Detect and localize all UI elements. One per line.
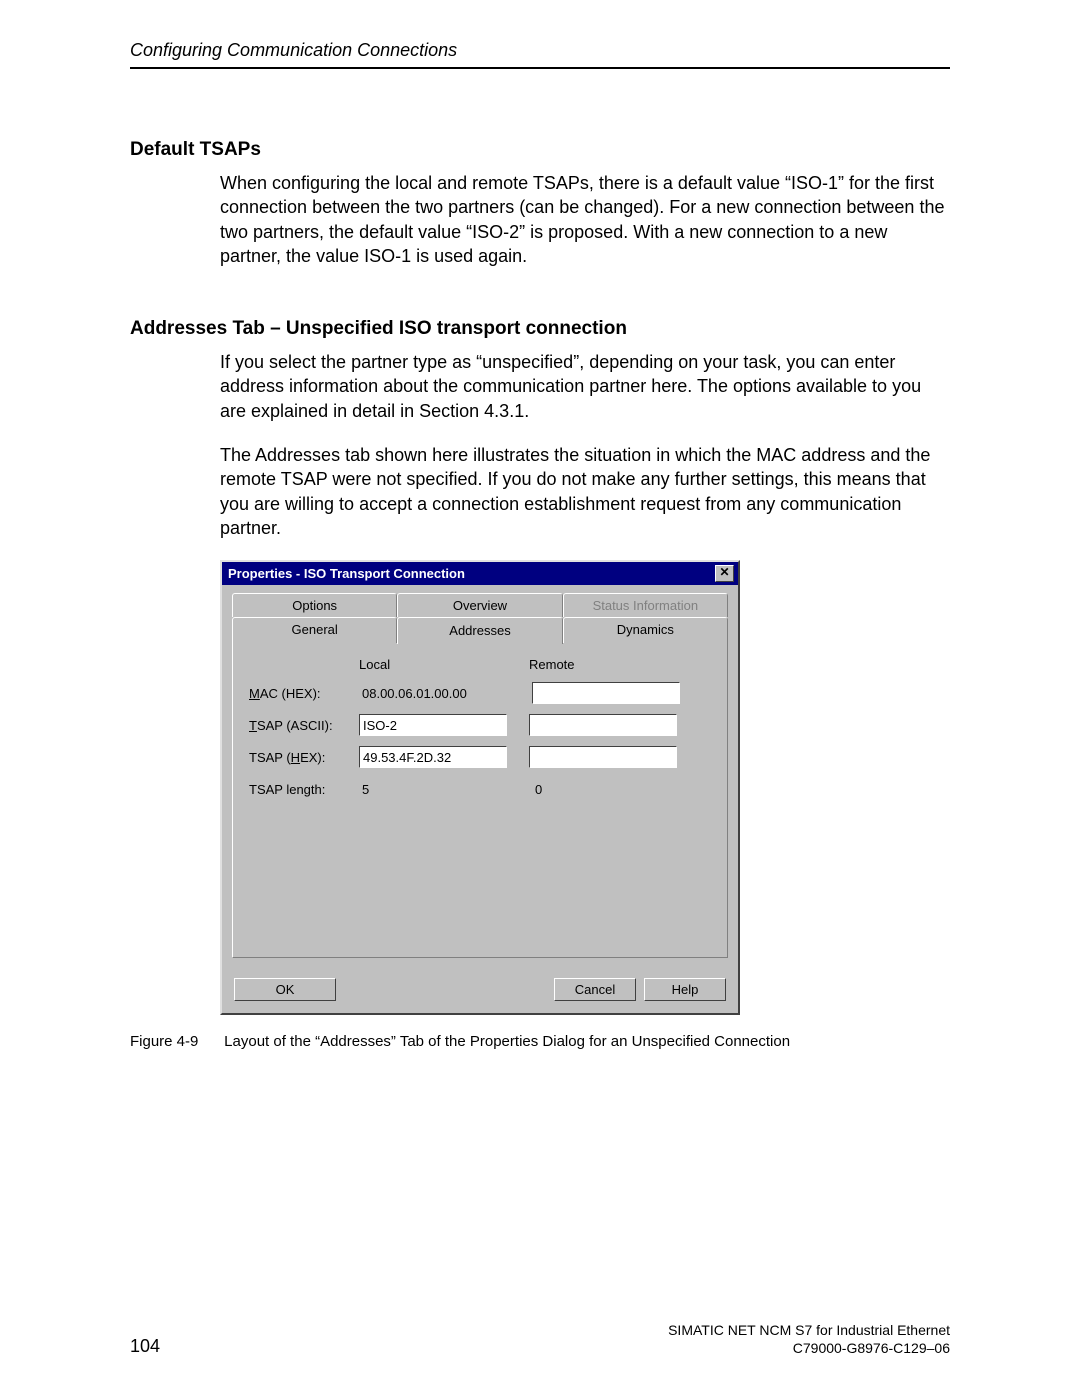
para-addresses-2: The Addresses tab shown here illustrates… [220, 443, 950, 540]
tab-addresses[interactable]: Addresses [397, 617, 562, 644]
tsap-hex-local-input[interactable] [359, 746, 507, 768]
footer-doc-line1: SIMATIC NET NCM S7 for Industrial Ethern… [668, 1322, 950, 1340]
dialog-title: Properties - ISO Transport Connection [228, 566, 465, 581]
footer-doc-line2: C79000-G8976-C129–06 [668, 1340, 950, 1358]
tab-dynamics[interactable]: Dynamics [563, 617, 728, 643]
close-icon[interactable]: ✕ [715, 565, 734, 582]
row-tsap-hex: TSAP (HEX): [249, 746, 711, 768]
label-mac-hex: MAC (HEX): [249, 686, 359, 701]
header-rule [130, 67, 950, 69]
tab-general[interactable]: General [232, 617, 397, 643]
dialog-titlebar[interactable]: Properties - ISO Transport Connection ✕ [222, 562, 738, 585]
column-remote-header: Remote [529, 657, 699, 672]
tsap-length-remote-value: 0 [532, 782, 705, 797]
tsap-ascii-remote-input[interactable] [529, 714, 677, 736]
tsap-ascii-local-input[interactable] [359, 714, 507, 736]
figure-caption-text: Layout of the “Addresses” Tab of the Pro… [224, 1033, 790, 1050]
figure-caption: Figure 4-9 Layout of the “Addresses” Tab… [130, 1033, 950, 1050]
tab-overview[interactable]: Overview [397, 593, 562, 617]
properties-dialog: Properties - ISO Transport Connection ✕ … [220, 560, 740, 1015]
figure-label: Figure 4-9 [130, 1033, 220, 1050]
footer-doc-info: SIMATIC NET NCM S7 for Industrial Ethern… [668, 1322, 950, 1357]
column-local-header: Local [359, 657, 529, 672]
tab-pane-addresses: Local Remote MAC (HEX): 08.00.06.01.00.0… [232, 643, 728, 958]
row-mac-hex: MAC (HEX): 08.00.06.01.00.00 [249, 682, 711, 704]
label-tsap-length: TSAP length: [249, 782, 359, 797]
help-button[interactable]: Help [644, 978, 726, 1001]
running-header: Configuring Communication Connections [130, 40, 950, 61]
tsap-hex-remote-input[interactable] [529, 746, 677, 768]
label-tsap-ascii: TSAP (ASCII): [249, 718, 359, 733]
row-tsap-length: TSAP length: 5 0 [249, 778, 711, 800]
para-default-tsaps: When configuring the local and remote TS… [220, 171, 950, 268]
page-number: 104 [130, 1336, 160, 1357]
row-tsap-ascii: TSAP (ASCII): [249, 714, 711, 736]
heading-addresses-tab: Addresses Tab – Unspecified ISO transpor… [130, 318, 950, 340]
cancel-button[interactable]: Cancel [554, 978, 636, 1001]
label-tsap-hex: TSAP (HEX): [249, 750, 359, 765]
tsap-length-local-value: 5 [359, 782, 532, 797]
heading-default-tsaps: Default TSAPs [130, 139, 950, 161]
ok-button[interactable]: OK [234, 978, 336, 1001]
tab-options[interactable]: Options [232, 593, 397, 617]
mac-remote-input[interactable] [532, 682, 680, 704]
mac-local-value: 08.00.06.01.00.00 [359, 686, 532, 701]
para-addresses-1: If you select the partner type as “unspe… [220, 350, 950, 423]
tab-status-information[interactable]: Status Information [563, 593, 728, 617]
